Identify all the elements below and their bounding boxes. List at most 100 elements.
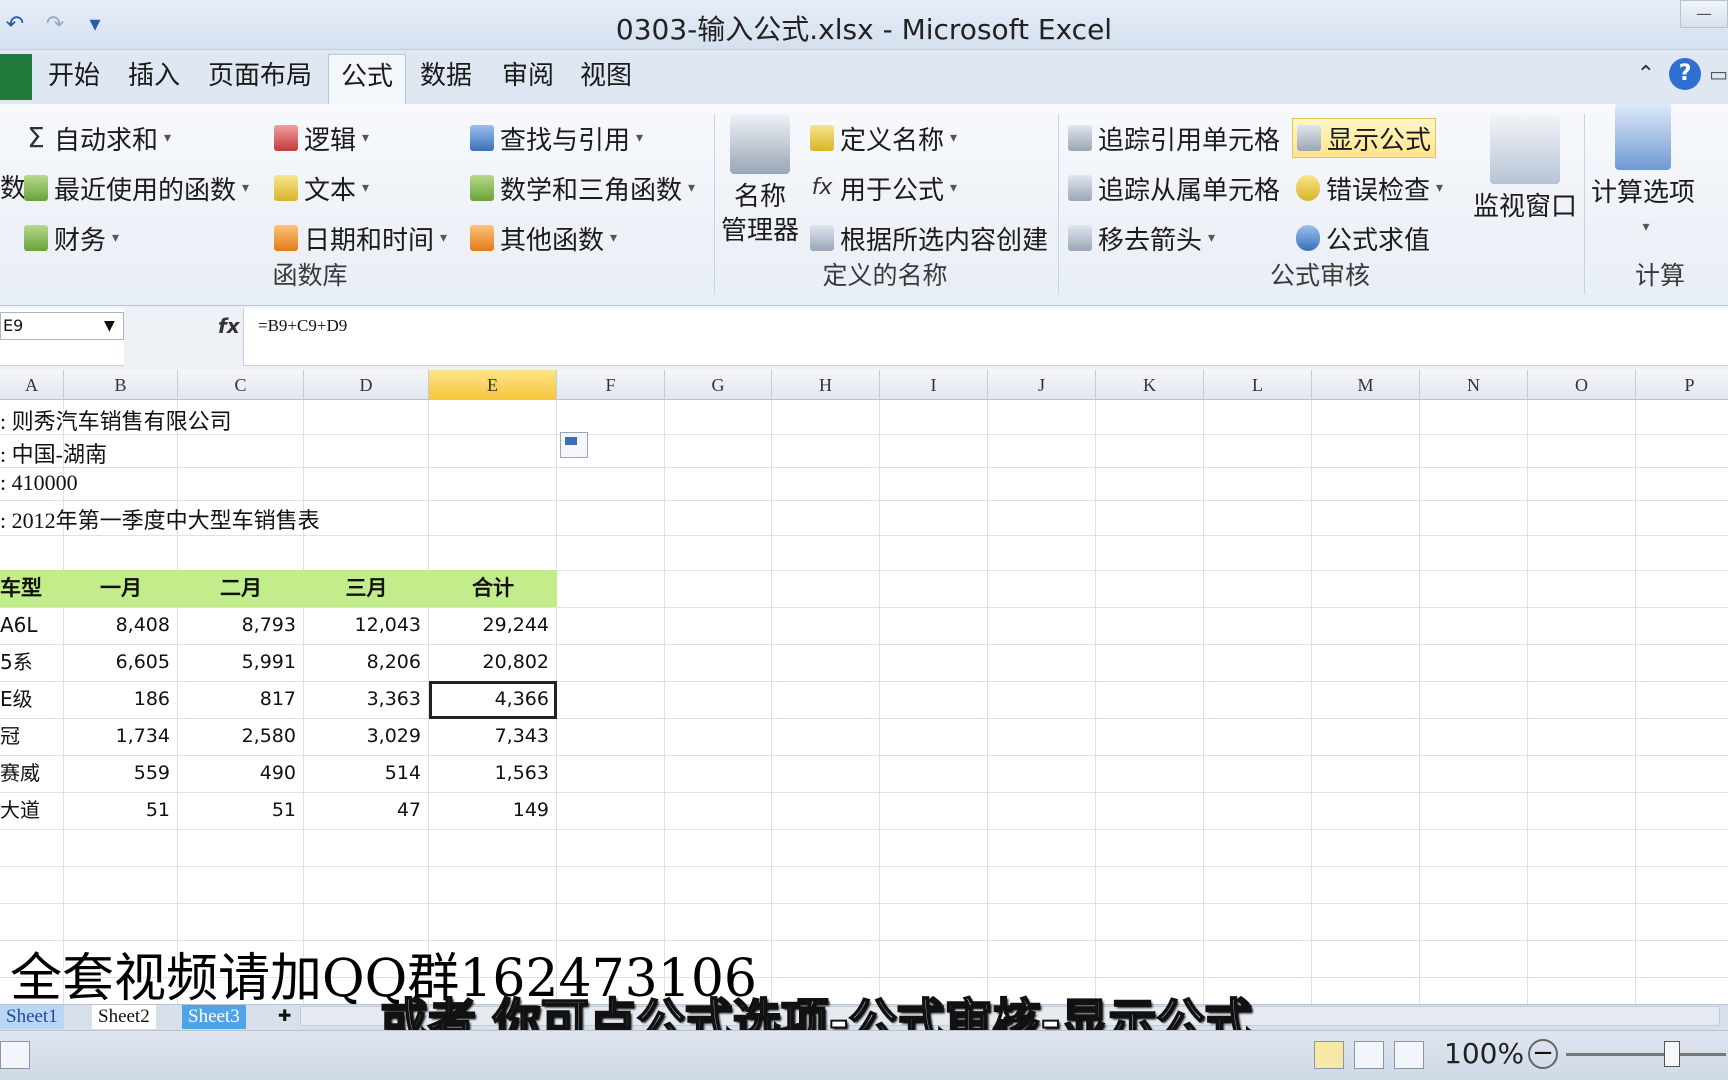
table-cell[interactable]: 51 bbox=[64, 792, 178, 829]
table-cell[interactable]: 6,605 bbox=[64, 644, 178, 681]
tab-insert[interactable]: 插入 bbox=[128, 60, 180, 104]
insert-sheet-icon[interactable]: ✚ bbox=[272, 1005, 297, 1029]
autosum-button[interactable]: Σ 自动求和 ▾ bbox=[24, 118, 171, 158]
table-cell[interactable]: 12,043 bbox=[304, 607, 429, 644]
column-header-i[interactable]: I bbox=[880, 370, 988, 400]
column-header-o[interactable]: O bbox=[1528, 370, 1636, 400]
zoom-slider-track[interactable] bbox=[1566, 1053, 1726, 1056]
column-header-e[interactable]: E bbox=[429, 370, 557, 400]
use-in-formula-button[interactable]: fx 用于公式 ▾ bbox=[810, 168, 957, 208]
table-cell[interactable]: 29,244 bbox=[429, 607, 557, 644]
table-cell[interactable]: 149 bbox=[429, 792, 557, 829]
lookup-reference-button[interactable]: 查找与引用 ▾ bbox=[470, 118, 643, 158]
column-header-k[interactable]: K bbox=[1096, 370, 1204, 400]
column-header-a[interactable]: A bbox=[0, 370, 64, 400]
table-cell[interactable]: 490 bbox=[178, 755, 304, 792]
tab-formulas[interactable]: 公式 bbox=[328, 54, 407, 104]
table-row-label[interactable]: 5系 bbox=[0, 644, 64, 681]
table-header-cell[interactable]: 一月 bbox=[64, 570, 178, 607]
date-time-button[interactable]: 日期和时间 ▾ bbox=[274, 218, 447, 258]
text-functions-button[interactable]: 文本 ▾ bbox=[274, 168, 369, 208]
table-header-cell[interactable]: 合计 bbox=[429, 570, 557, 607]
column-header-p[interactable]: P bbox=[1636, 370, 1728, 400]
column-header-b[interactable]: B bbox=[64, 370, 178, 400]
window-restore-icon[interactable]: ▭ bbox=[1709, 62, 1728, 86]
table-row-label[interactable]: 赛威 bbox=[0, 755, 64, 792]
active-cell-outline[interactable] bbox=[429, 681, 557, 719]
column-header-h[interactable]: H bbox=[772, 370, 880, 400]
remove-arrows-button[interactable]: 移去箭头 ▾ bbox=[1068, 218, 1215, 258]
page-layout-view-icon[interactable] bbox=[1354, 1041, 1384, 1069]
financial-button[interactable]: 财务 ▾ bbox=[24, 218, 119, 258]
column-header-g[interactable]: G bbox=[665, 370, 772, 400]
trace-precedents-button[interactable]: 追踪引用单元格 bbox=[1068, 118, 1280, 158]
zoom-level[interactable]: 100% bbox=[1444, 1037, 1524, 1070]
minimize-ribbon-icon[interactable]: ⌃ bbox=[1637, 62, 1655, 87]
table-cell[interactable]: 51 bbox=[178, 792, 304, 829]
trace-dependents-button[interactable]: 追踪从属单元格 bbox=[1068, 168, 1280, 208]
normal-view-icon[interactable] bbox=[1314, 1041, 1344, 1069]
table-cell[interactable]: 5,991 bbox=[178, 644, 304, 681]
more-functions-button[interactable]: 其他函数 ▾ bbox=[470, 218, 617, 258]
evaluate-formula-button[interactable]: 公式求值 bbox=[1296, 218, 1430, 258]
table-cell[interactable]: 559 bbox=[64, 755, 178, 792]
error-checking-button[interactable]: 错误检查 ▾ bbox=[1296, 168, 1443, 208]
zoom-out-button[interactable]: − bbox=[1528, 1039, 1558, 1069]
column-header-f[interactable]: F bbox=[557, 370, 665, 400]
column-header-m[interactable]: M bbox=[1312, 370, 1420, 400]
table-cell[interactable]: 3,029 bbox=[304, 718, 429, 755]
table-cell[interactable]: 817 bbox=[178, 681, 304, 718]
watch-window-button[interactable]: 监视窗口 bbox=[1470, 114, 1580, 224]
sheet-tab-1[interactable]: Sheet1 bbox=[0, 1005, 64, 1029]
table-cell[interactable]: 514 bbox=[304, 755, 429, 792]
sheet-tab-2[interactable]: Sheet2 bbox=[92, 1005, 156, 1029]
tab-data[interactable]: 数据 bbox=[420, 60, 472, 104]
column-header-d[interactable]: D bbox=[304, 370, 429, 400]
name-manager-button[interactable]: 名称 管理器 bbox=[720, 114, 800, 248]
tab-page-layout[interactable]: 页面布局 bbox=[208, 60, 312, 104]
table-cell[interactable]: 2,580 bbox=[178, 718, 304, 755]
table-row-label[interactable]: E级 bbox=[0, 681, 64, 718]
column-header-n[interactable]: N bbox=[1420, 370, 1528, 400]
formula-input[interactable]: =B9+C9+D9 bbox=[258, 316, 347, 336]
table-cell[interactable]: 20,802 bbox=[429, 644, 557, 681]
table-cell[interactable]: 186 bbox=[64, 681, 178, 718]
table-row-label[interactable]: 大道 bbox=[0, 792, 64, 829]
macro-record-icon[interactable] bbox=[0, 1041, 30, 1069]
page-break-view-icon[interactable] bbox=[1394, 1041, 1424, 1069]
table-row-label[interactable]: A6L bbox=[0, 607, 64, 644]
table-cell[interactable]: 1,563 bbox=[429, 755, 557, 792]
minimize-button[interactable]: — bbox=[1680, 0, 1728, 28]
insert-function-icon[interactable]: fx bbox=[218, 314, 240, 338]
table-cell[interactable]: 8,408 bbox=[64, 607, 178, 644]
tab-view[interactable]: 视图 bbox=[580, 60, 632, 104]
define-name-button[interactable]: 定义名称 ▾ bbox=[810, 118, 957, 158]
table-cell[interactable]: 7,343 bbox=[429, 718, 557, 755]
math-trig-button[interactable]: 数学和三角函数 ▾ bbox=[470, 168, 695, 208]
table-header-cell[interactable]: 三月 bbox=[304, 570, 429, 607]
table-cell[interactable]: 47 bbox=[304, 792, 429, 829]
show-formulas-button[interactable]: 显示公式 bbox=[1292, 118, 1437, 158]
tab-review[interactable]: 审阅 bbox=[502, 60, 554, 104]
table-row-label[interactable]: 冠 bbox=[0, 718, 64, 755]
column-header-j[interactable]: J bbox=[988, 370, 1096, 400]
table-header-cell[interactable]: 二月 bbox=[178, 570, 304, 607]
tab-home[interactable]: 开始 bbox=[48, 60, 100, 104]
table-cell[interactable]: 3,363 bbox=[304, 681, 429, 718]
column-header-l[interactable]: L bbox=[1204, 370, 1312, 400]
create-from-selection-button[interactable]: 根据所选内容创建 bbox=[810, 218, 1048, 258]
calculation-options-button[interactable]: 计算选项 ▾ bbox=[1588, 104, 1698, 244]
paste-options-icon[interactable] bbox=[560, 432, 588, 458]
table-cell[interactable]: 8,206 bbox=[304, 644, 429, 681]
logical-button[interactable]: 逻辑 ▾ bbox=[274, 118, 369, 158]
table-cell[interactable]: 1,734 bbox=[64, 718, 178, 755]
worksheet-grid[interactable]: : 则秀汽车销售有限公司: 中国-湖南: 410000: 2012年第一季度中大… bbox=[0, 400, 1728, 1004]
file-tab[interactable] bbox=[0, 54, 32, 100]
zoom-slider-thumb[interactable] bbox=[1664, 1041, 1680, 1067]
help-icon[interactable]: ? bbox=[1669, 58, 1702, 90]
name-box-chevron-icon[interactable]: ▼ bbox=[104, 318, 115, 334]
recent-functions-button[interactable]: 最近使用的函数 ▾ bbox=[24, 168, 249, 208]
column-header-c[interactable]: C bbox=[178, 370, 304, 400]
table-header-cell[interactable]: 车型 bbox=[0, 570, 64, 607]
sheet-tab-3[interactable]: Sheet3 bbox=[182, 1005, 246, 1029]
